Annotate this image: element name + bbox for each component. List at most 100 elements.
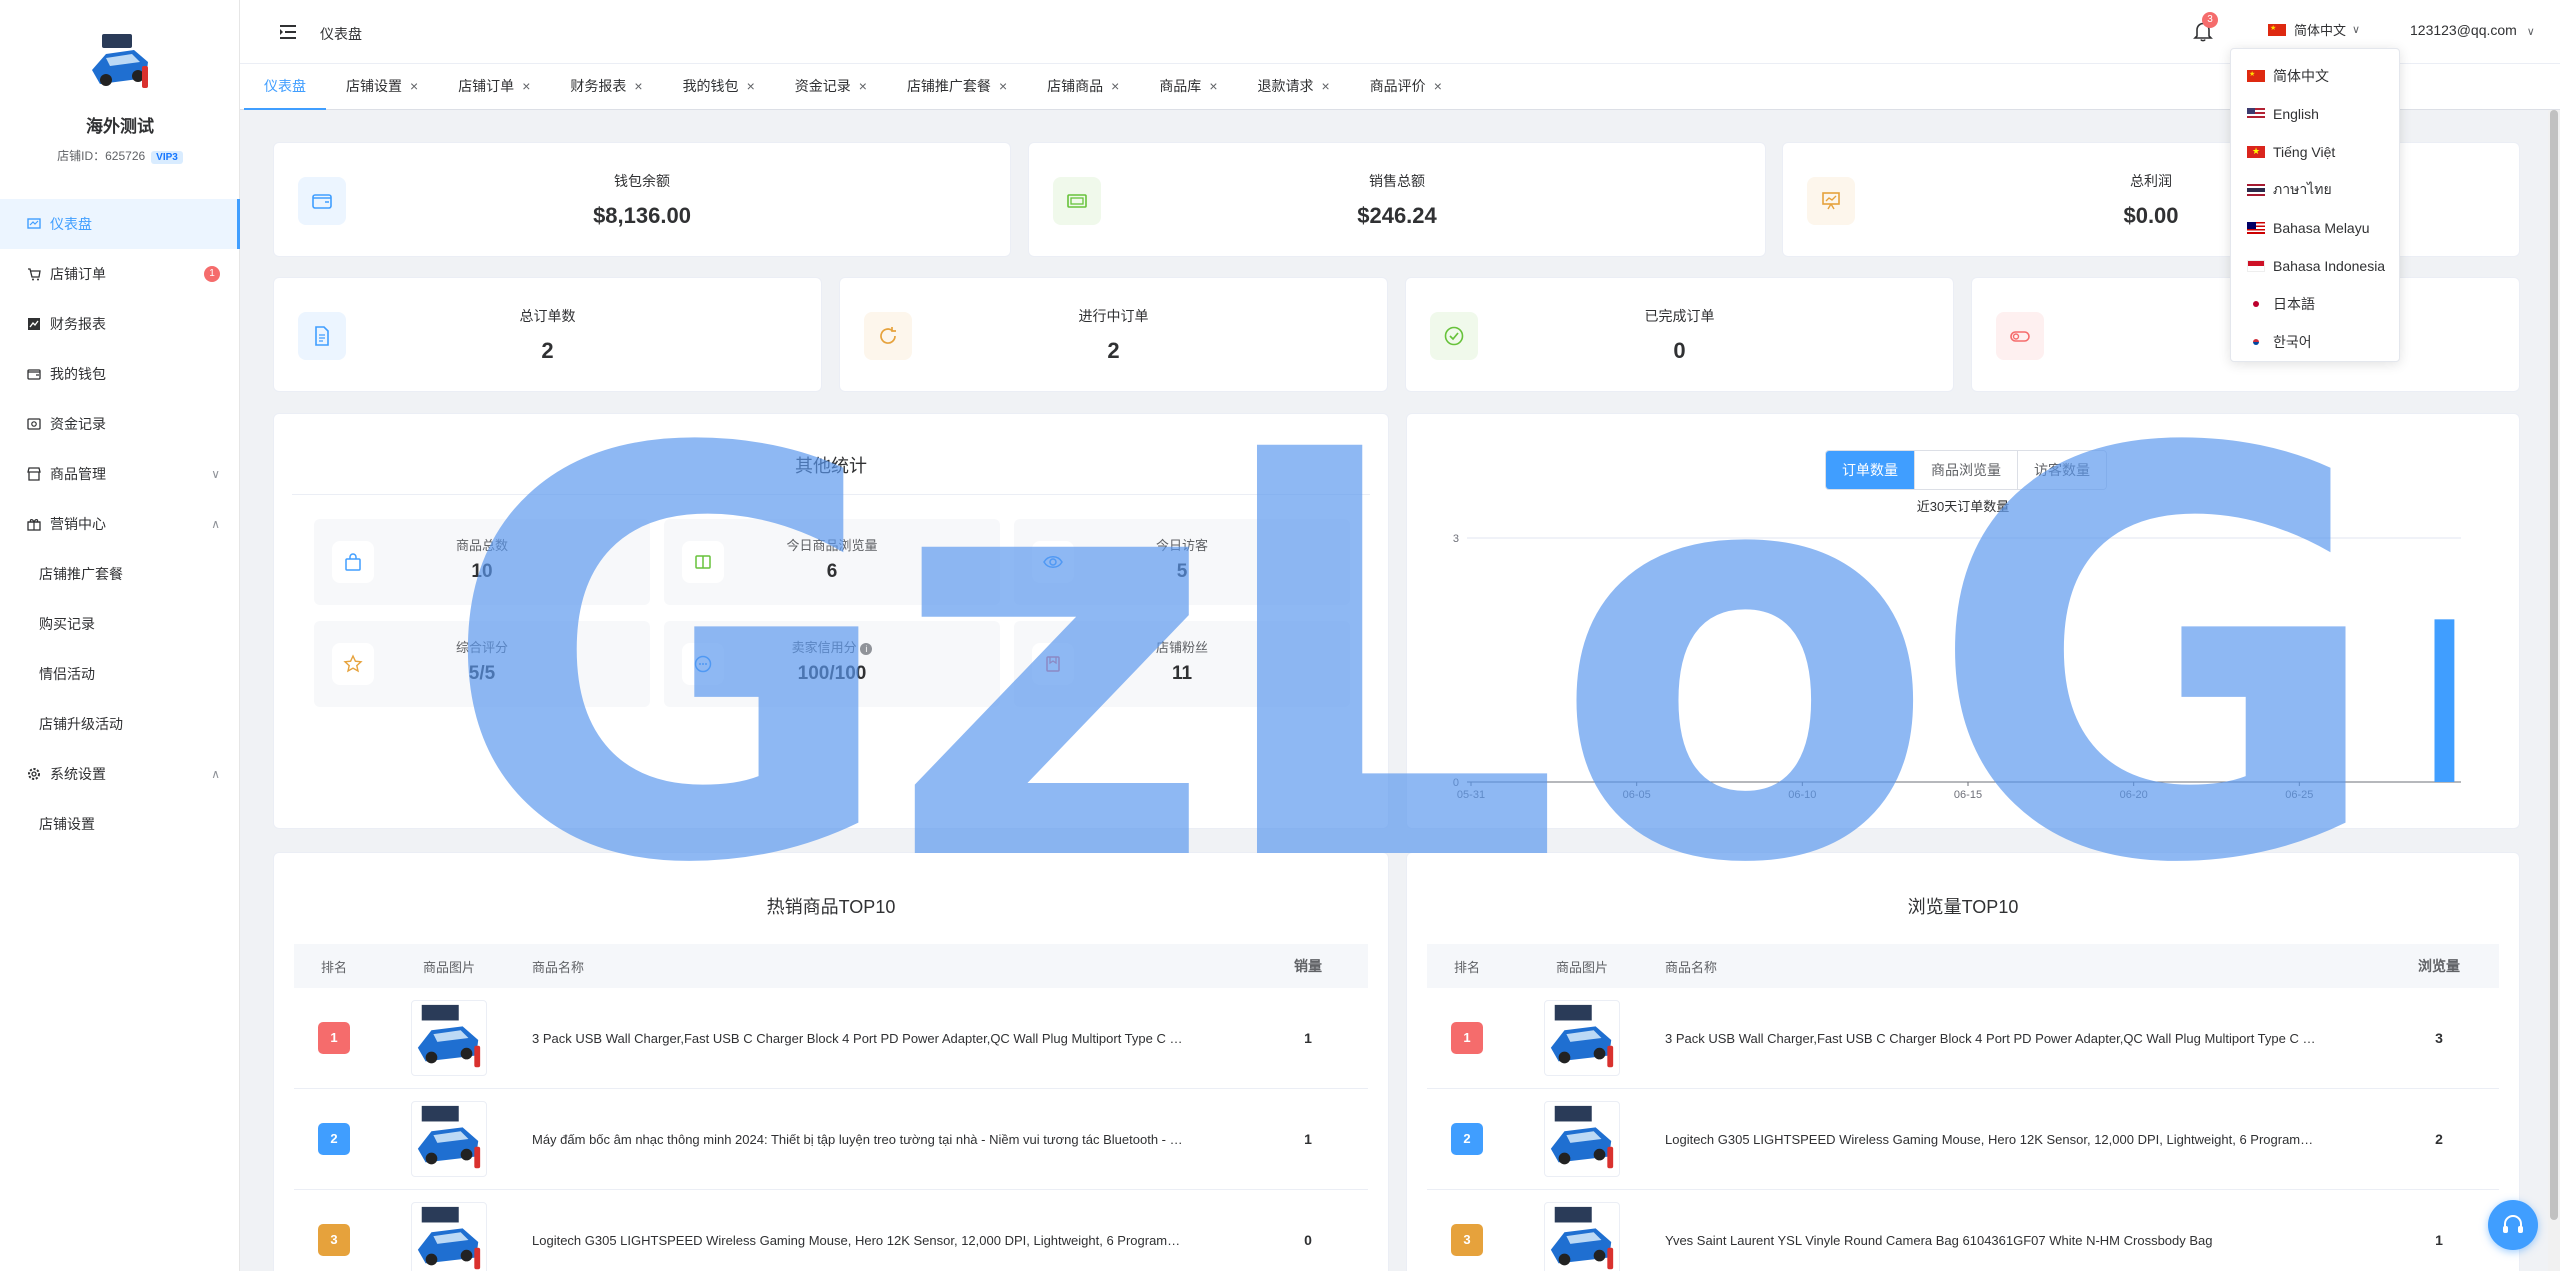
sidebar-item-system-settings[interactable]: 系统设置 ∧ xyxy=(0,749,240,799)
user-menu[interactable]: 123123@qq.com ∨ xyxy=(2410,22,2535,38)
page-tabs: 仪表盘 店铺设置 × 店铺订单 × 财务报表 × 我的钱包 × 资金记录 × 店铺推广套餐… xyxy=(240,64,2560,110)
close-icon[interactable]: × xyxy=(859,78,867,94)
product-thumbnail[interactable] xyxy=(1544,1101,1620,1177)
language-label: ภาษาไทย xyxy=(2273,181,2332,197)
tab-label: 店铺推广套餐 xyxy=(906,78,991,94)
stat-label: 已完成订单 xyxy=(1644,308,1715,324)
tab-product-reviews[interactable]: 商品评价 × xyxy=(1350,63,1462,109)
table-row[interactable]: 3 Yves Saint Laurent YSL Vinyle Round Ca… xyxy=(1427,1190,2499,1271)
product-thumbnail[interactable] xyxy=(1544,1000,1620,1076)
language-option-ko[interactable]: 한국어 xyxy=(2231,323,2399,361)
customer-support-button[interactable] xyxy=(2488,1200,2538,1250)
product-name[interactable]: Logitech G305 LIGHTSPEED Wireless Gaming… xyxy=(524,1233,1248,1248)
stat-label: 进行中订单 xyxy=(1078,308,1149,324)
chart-x-tick-label: 06-20 xyxy=(2120,789,2148,801)
sidebar-subitem-couple-activity[interactable]: 情侣活动 xyxy=(0,649,240,699)
tab-fund-records[interactable]: 资金记录 × xyxy=(775,63,887,109)
language-label: Bahasa Melayu xyxy=(2273,220,2370,236)
credit-score-label: 卖家信用分 xyxy=(791,640,857,655)
tab-label: 我的钱包 xyxy=(682,78,739,94)
chevron-up-icon: ∧ xyxy=(211,767,220,781)
language-option-ms[interactable]: Bahasa Melayu xyxy=(2231,209,2399,247)
chevron-down-icon: ∨ xyxy=(211,467,220,481)
close-icon[interactable]: × xyxy=(747,78,755,94)
close-icon[interactable]: × xyxy=(999,78,1007,94)
stat-label: 总利润 xyxy=(2130,173,2172,189)
product-name[interactable]: 3 Pack USB Wall Charger,Fast USB C Charg… xyxy=(524,1031,1248,1046)
chart-x-tick-label: 06-25 xyxy=(2285,789,2313,801)
close-icon[interactable]: × xyxy=(1434,78,1442,94)
product-name[interactable]: Yves Saint Laurent YSL Vinyle Round Came… xyxy=(1657,1233,2379,1248)
product-name[interactable]: Logitech G305 LIGHTSPEED Wireless Gaming… xyxy=(1657,1132,2379,1147)
table-row[interactable]: 2 Logitech G305 LIGHTSPEED Wireless Gami… xyxy=(1427,1089,2499,1190)
mini-stat-today-views: 今日商品浏览量 6 xyxy=(664,519,1000,605)
tab-shop-orders[interactable]: 店铺订单 × xyxy=(438,63,550,109)
rank-badge: 1 xyxy=(1451,1022,1483,1054)
tab-my-wallet[interactable]: 我的钱包 × xyxy=(663,63,775,109)
table-row[interactable]: 1 3 Pack USB Wall Charger,Fast USB C Cha… xyxy=(294,988,1368,1089)
column-header: 商品图片 xyxy=(422,959,475,975)
language-option-vi[interactable]: ★ Tiếng Việt xyxy=(2231,133,2399,171)
tab-label: 资金记录 xyxy=(794,78,851,94)
sidebar-item-marketing[interactable]: 营销中心 ∧ xyxy=(0,499,240,549)
language-option-en[interactable]: English xyxy=(2231,95,2399,133)
sidebar-item-fund-records[interactable]: 资金记录 xyxy=(0,399,240,449)
column-header: 销量 xyxy=(1294,958,1322,974)
language-select[interactable]: ★ 简体中文 ∨ xyxy=(2268,20,2360,39)
stat-value: 2 xyxy=(1107,338,1120,363)
close-icon[interactable]: × xyxy=(634,78,642,94)
tab-shop-settings[interactable]: 店铺设置 × xyxy=(326,63,438,109)
table-row[interactable]: 2 Máy đấm bốc âm nhạc thông minh 2024: T… xyxy=(294,1089,1368,1190)
tab-shop-products[interactable]: 店铺商品 × xyxy=(1027,63,1139,109)
language-option-th[interactable]: ภาษาไทย xyxy=(2231,171,2399,209)
language-option-zh[interactable]: ★ 简体中文 xyxy=(2231,57,2399,95)
sidebar-subitem-upgrade-activity[interactable]: 店铺升级活动 xyxy=(0,699,240,749)
table-row[interactable]: 1 3 Pack USB Wall Charger,Fast USB C Cha… xyxy=(1427,988,2499,1089)
table-row[interactable]: 3 Logitech G305 LIGHTSPEED Wireless Gami… xyxy=(294,1190,1368,1271)
tab-refund-requests[interactable]: 退款请求 × xyxy=(1238,63,1350,109)
breadcrumb[interactable]: 仪表盘 xyxy=(320,24,362,44)
flag-kr-icon xyxy=(2247,336,2265,348)
language-option-ja[interactable]: 日本語 xyxy=(2231,285,2399,323)
close-icon[interactable]: × xyxy=(1209,78,1217,94)
sidebar-item-finance-report[interactable]: 财务报表 xyxy=(0,299,240,349)
page-scrollbar-thumb[interactable] xyxy=(2550,110,2558,1220)
tab-finance-report[interactable]: 财务报表 × xyxy=(550,63,662,109)
language-option-id[interactable]: Bahasa Indonesia xyxy=(2231,247,2399,285)
other-stats-panel: 其他统计 商品总数 10 今日商品浏览量 6 今日访客 5 综合评分 5/5 卖… xyxy=(273,413,1389,829)
language-label: English xyxy=(2273,106,2319,122)
product-thumbnail[interactable] xyxy=(411,1202,487,1271)
hamburger-icon[interactable] xyxy=(278,22,298,42)
close-icon[interactable]: × xyxy=(1111,78,1119,94)
shop-icon xyxy=(26,466,42,482)
sidebar-item-product-management[interactable]: 商品管理 ∨ xyxy=(0,449,240,499)
chart-y-tick-label: 0 xyxy=(1453,777,1459,789)
product-thumbnail[interactable] xyxy=(411,1000,487,1076)
tab-dashboard[interactable]: 仪表盘 xyxy=(244,63,326,110)
info-icon[interactable]: i xyxy=(860,643,873,655)
product-name[interactable]: 3 Pack USB Wall Charger,Fast USB C Charg… xyxy=(1657,1031,2379,1046)
stat-card-total-orders: 总订单数 2 xyxy=(273,277,822,392)
flag-cn-icon: ★ xyxy=(2268,23,2286,36)
tab-promo-package[interactable]: 店铺推广套餐 × xyxy=(887,63,1027,109)
sidebar-item-orders[interactable]: 店铺订单 1 xyxy=(0,249,240,299)
close-icon[interactable]: × xyxy=(410,78,418,94)
chevron-down-icon: ∨ xyxy=(2352,24,2361,36)
sidebar-subitem-promo-package[interactable]: 店铺推广套餐 xyxy=(0,549,240,599)
tab-product-library[interactable]: 商品库 × xyxy=(1139,63,1237,109)
sidebar-subitem-shop-settings[interactable]: 店铺设置 xyxy=(0,799,240,849)
column-header: 浏览量 xyxy=(2418,958,2460,974)
rank-badge: 1 xyxy=(318,1022,350,1054)
product-name[interactable]: Máy đấm bốc âm nhạc thông minh 2024: Thi… xyxy=(524,1132,1248,1147)
chart-y-tick-label: 3 xyxy=(1453,533,1459,545)
sidebar-item-wallet[interactable]: 我的钱包 xyxy=(0,349,240,399)
product-thumbnail[interactable] xyxy=(1544,1202,1620,1271)
sidebar-item-dashboard[interactable]: 仪表盘 xyxy=(0,199,240,249)
view-count: 3 xyxy=(2435,1030,2443,1046)
shop-avatar xyxy=(92,34,148,88)
close-icon[interactable]: × xyxy=(1322,78,1330,94)
product-thumbnail[interactable] xyxy=(411,1101,487,1177)
sidebar-subitem-purchase-records[interactable]: 购买记录 xyxy=(0,599,240,649)
close-icon[interactable]: × xyxy=(522,78,530,94)
mini-stat-today-visitors: 今日访客 5 xyxy=(1014,519,1350,605)
